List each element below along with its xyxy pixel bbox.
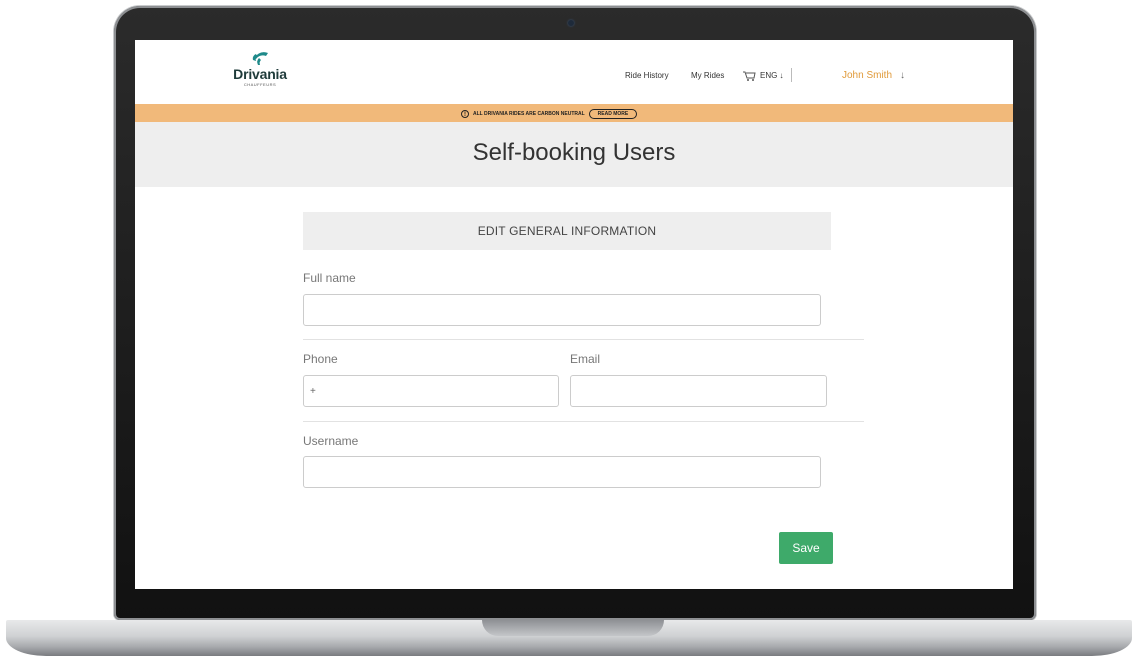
- language-selector[interactable]: ENG ↓: [760, 71, 784, 80]
- email-input[interactable]: [570, 375, 827, 407]
- save-button[interactable]: Save: [779, 532, 833, 564]
- info-icon: !: [461, 109, 469, 118]
- nav-divider: [791, 68, 792, 82]
- phone-input[interactable]: [303, 375, 559, 407]
- laptop-notch: [482, 620, 664, 636]
- username-label: Username: [303, 434, 359, 448]
- full-name-label: Full name: [303, 271, 356, 285]
- laptop-mockup: Drivania CHAUFFEURS Ride History My Ride…: [0, 0, 1132, 658]
- user-menu-name[interactable]: John Smith: [842, 70, 892, 81]
- email-label: Email: [570, 352, 601, 366]
- carbon-neutral-banner: ! ALL DRIVANIA RIDES ARE CARBON NEUTRAL …: [135, 104, 1013, 122]
- brand-name: Drivania: [233, 66, 287, 82]
- page-header: Self-booking Users: [135, 122, 1013, 187]
- user-menu-arrow-icon[interactable]: ↓: [900, 70, 905, 81]
- banner-message: ALL DRIVANIA RIDES ARE CARBON NEUTRAL: [473, 110, 585, 117]
- app-screen: Drivania CHAUFFEURS Ride History My Ride…: [135, 40, 1013, 589]
- username-input[interactable]: [303, 456, 821, 488]
- top-navigation: Drivania CHAUFFEURS Ride History My Ride…: [135, 40, 1013, 104]
- brand-logo[interactable]: Drivania CHAUFFEURS: [225, 50, 295, 98]
- banner-content: ! ALL DRIVANIA RIDES ARE CARBON NEUTRAL …: [461, 108, 638, 119]
- cart-icon[interactable]: [742, 69, 756, 81]
- webcam: [568, 20, 574, 26]
- page-title: Self-booking Users: [472, 139, 676, 166]
- nav-ride-history[interactable]: Ride History: [625, 71, 669, 80]
- section-title: EDIT GENERAL INFORMATION: [303, 212, 831, 250]
- form-divider: [303, 421, 864, 422]
- form-divider: [303, 339, 864, 340]
- phone-label: Phone: [303, 352, 338, 366]
- brand-tagline: CHAUFFEURS: [243, 82, 277, 87]
- full-name-input[interactable]: [303, 294, 821, 326]
- drivania-logo-icon: [252, 52, 268, 65]
- nav-my-rides[interactable]: My Rides: [691, 71, 724, 80]
- read-more-button[interactable]: READ MORE: [588, 108, 638, 119]
